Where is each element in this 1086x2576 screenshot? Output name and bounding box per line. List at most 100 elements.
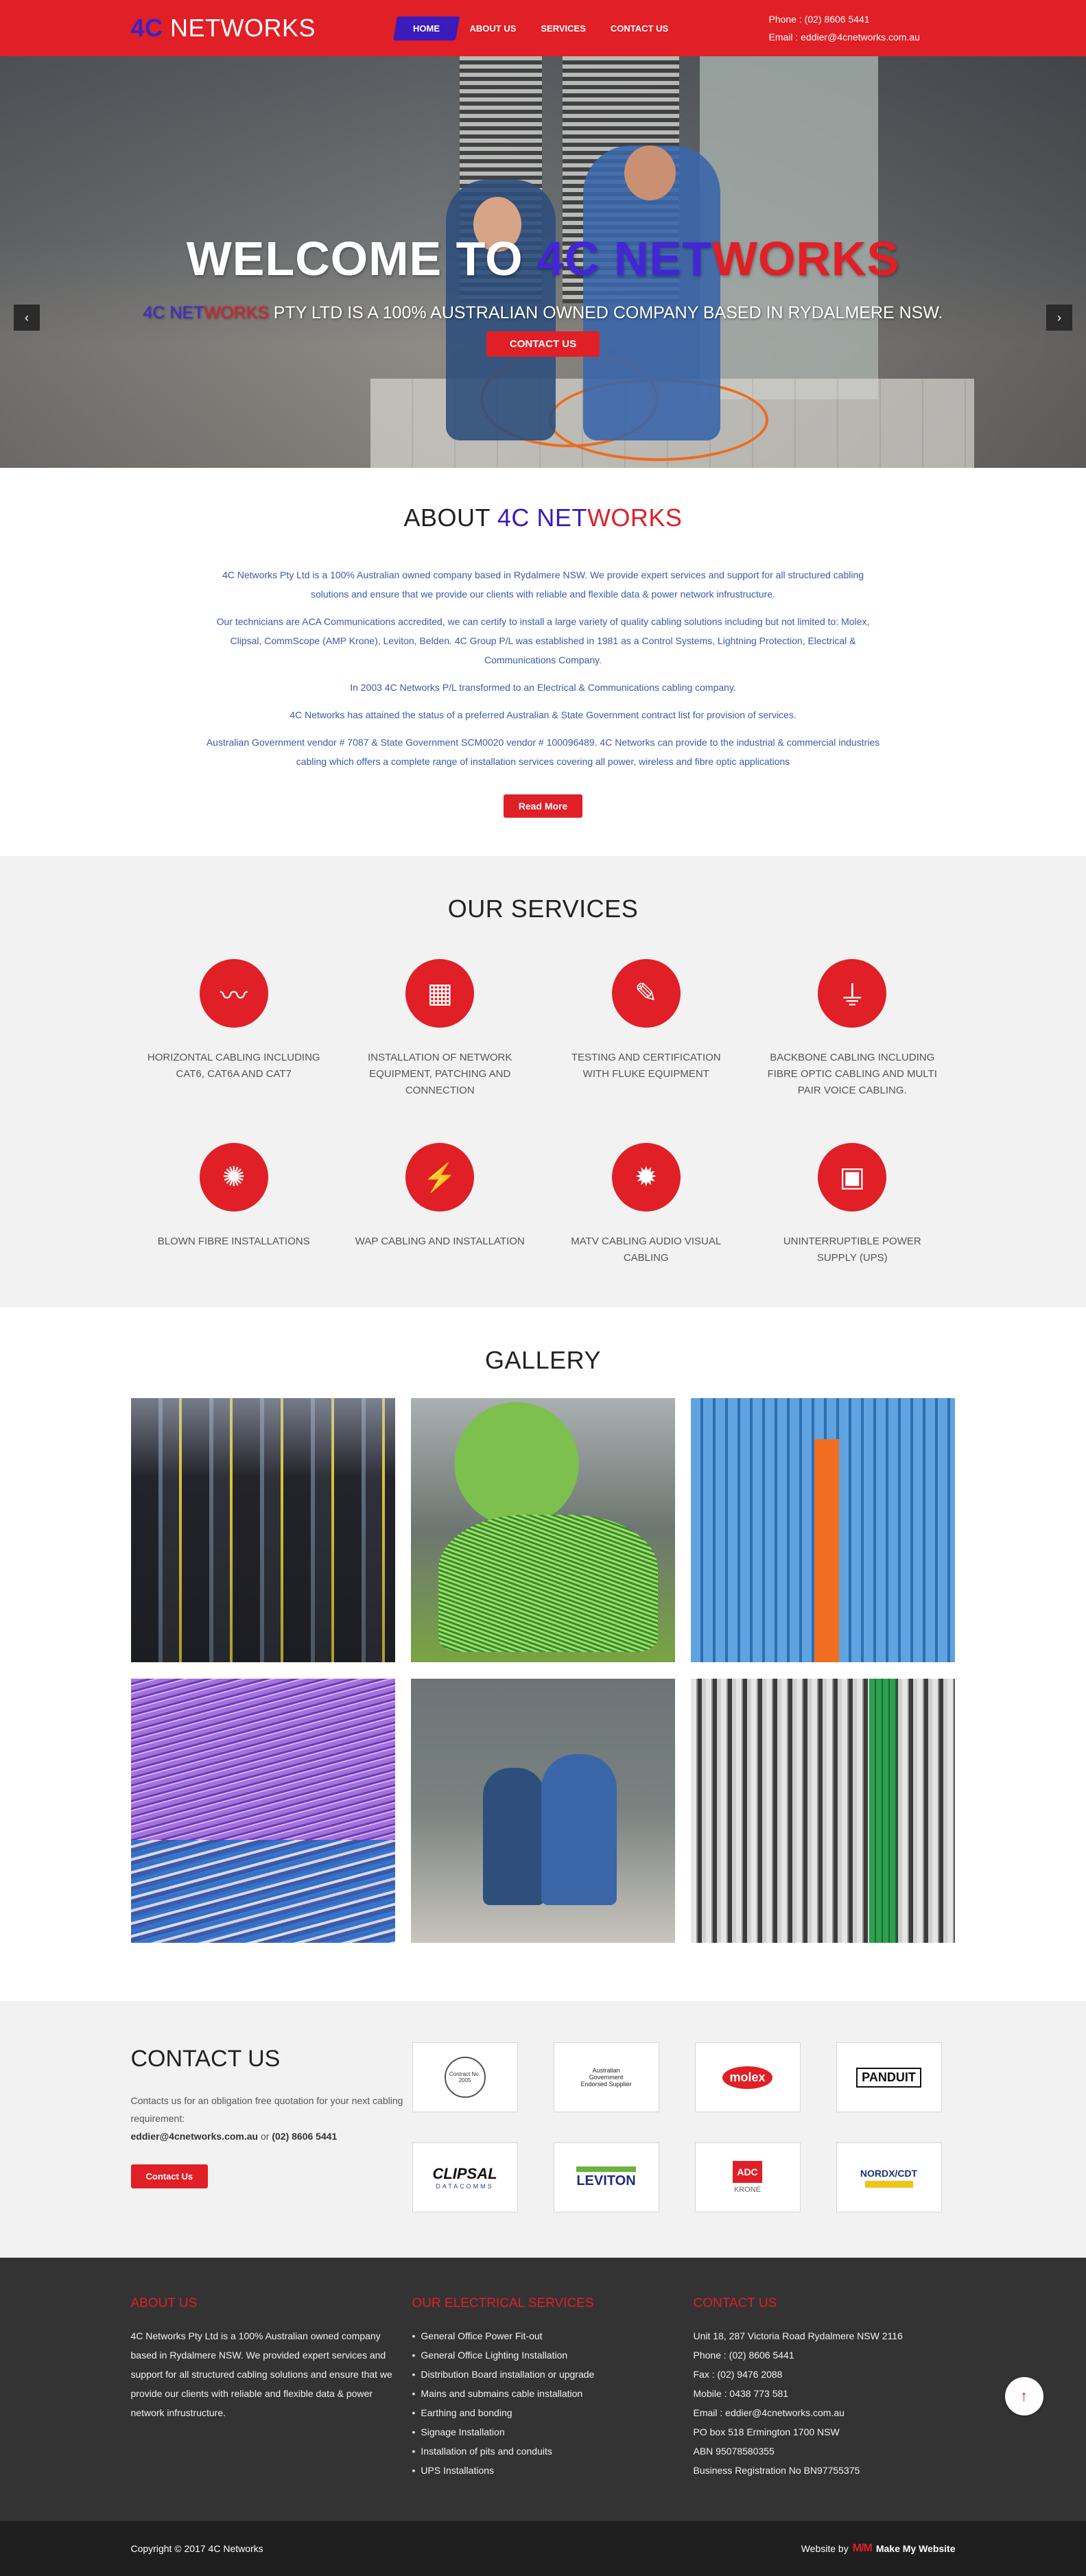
site-header: 4C NETWORKS HOME ABOUT US SERVICES CONTA… xyxy=(0,0,1086,56)
site-footer: ABOUT US 4C Networks Pty Ltd is a 100% A… xyxy=(0,2258,1086,2521)
list-item: Installation of pits and conduits xyxy=(412,2442,694,2461)
service-label: MATV CABLING AUDIO VISUAL CABLING xyxy=(571,1236,722,1264)
service-item[interactable]: ▣ UNINTERRUPTIBLE POWER SUPPLY (UPS) xyxy=(749,1143,956,1266)
website-credit[interactable]: Website by M/M Make My Website xyxy=(801,2542,956,2555)
gallery-image-server-racks[interactable] xyxy=(130,1398,395,1662)
footer-mobile[interactable]: Mobile : 0438 773 581 xyxy=(694,2384,941,2403)
header-phone[interactable]: Phone : (02) 8606 5441 xyxy=(769,10,920,28)
services-grid: 〰 HORIZONTAL CABLING INCLUDING CAT6, CAT… xyxy=(131,959,956,1266)
contact-us-button[interactable]: Contact Us xyxy=(130,2164,209,2188)
list-item: General Office Lighting Installation xyxy=(412,2345,694,2365)
molex-logo: molex xyxy=(694,2042,801,2112)
service-item[interactable]: 〰 HORIZONTAL CABLING INCLUDING CAT6, CAT… xyxy=(131,959,338,1099)
hero-subtitle: 4C NETWORKS PTY LTD IS A 100% AUSTRALIAN… xyxy=(143,303,943,322)
gallery-title: GALLERY xyxy=(485,1346,601,1374)
contact-info: CONTACT US Contacts us for an obligation… xyxy=(130,2042,412,2212)
footer-contact-title: CONTACT US xyxy=(693,2296,777,2311)
gallery-section: GALLERY xyxy=(0,1308,1086,2001)
network-port-icon: ▦ xyxy=(405,959,475,1028)
nav-about[interactable]: ABOUT US xyxy=(458,16,529,40)
service-item[interactable]: ✎ TESTING AND CERTIFICATION WITH FLUKE E… xyxy=(543,959,750,1099)
service-label: TESTING AND CERTIFICATION WITH FLUKE EQU… xyxy=(571,1052,721,1080)
service-label: BLOWN FIBRE INSTALLATIONS xyxy=(157,1236,310,1247)
nav-services[interactable]: SERVICES xyxy=(528,16,598,40)
footer-business-reg: Business Registration No BN97755375 xyxy=(693,2465,860,2476)
cert-seal-logo: Contract No. 2005 xyxy=(412,2042,518,2112)
about-paragraph: 4C Networks Pty Ltd is a 100% Australian… xyxy=(222,569,864,600)
hero-contact-button[interactable]: CONTACT US xyxy=(486,331,600,357)
service-label: BACKBONE CABLING INCLUDING FIBRE OPTIC C… xyxy=(767,1052,937,1096)
footer-services: OUR ELECTRICAL SERVICES General Office P… xyxy=(412,2296,694,2480)
fibre-icon: ✺ xyxy=(199,1143,268,1212)
about-paragraph: In 2003 4C Networks P/L transformed to a… xyxy=(350,682,736,693)
clipsal-logo: CLIPSAL DATACOMMS xyxy=(412,2142,518,2212)
services-section: OUR SERVICES 〰 HORIZONTAL CABLING INCLUD… xyxy=(0,856,1086,1308)
list-item: UPS Installations xyxy=(412,2461,694,2480)
hero-title: WELCOME TO 4C NETWORKS xyxy=(186,232,900,285)
service-item[interactable]: ✹ MATV CABLING AUDIO VISUAL CABLING xyxy=(543,1143,750,1266)
about-text: 4C Networks Pty Ltd is a 100% Australian… xyxy=(205,565,881,771)
footer-address: Unit 18, 287 Victoria Road Rydalmere NSW… xyxy=(693,2330,903,2341)
connector-icon: ⏚ xyxy=(818,959,887,1028)
fibre-burst-icon: ✹ xyxy=(611,1143,681,1212)
footer-about-title: ABOUT US xyxy=(130,2296,198,2311)
about-paragraph: 4C Networks has attained the status of a… xyxy=(290,709,796,720)
footer-about-text: 4C Networks Pty Ltd is a 100% Australian… xyxy=(130,2330,392,2418)
footer-email[interactable]: Email : eddier@4cnetworks.com.au xyxy=(694,2403,941,2422)
adc-krone-logo: ADC KRONE xyxy=(694,2142,801,2212)
nav-contact[interactable]: CONTACT US xyxy=(598,16,681,40)
footer-abn: ABN 95078580355 xyxy=(693,2446,775,2457)
ups-icon: ▣ xyxy=(818,1143,887,1212)
site-logo[interactable]: 4C NETWORKS xyxy=(131,14,395,43)
service-label: HORIZONTAL CABLING INCLUDING CAT6, CAT6A… xyxy=(147,1052,320,1080)
plug-icon: ⚡ xyxy=(405,1143,475,1212)
services-title: OUR SERVICES xyxy=(447,895,639,923)
gallery-image-purple-cables[interactable] xyxy=(130,1679,395,1943)
copyright: Copyright © 2017 4C Networks xyxy=(130,2543,263,2554)
footer-services-list: General Office Power Fit-out General Off… xyxy=(412,2326,694,2480)
list-item: Earthing and bonding xyxy=(412,2403,694,2422)
gallery-image-cable-drum[interactable] xyxy=(410,1398,675,1662)
partner-logos: Contract No. 2005 Australian Government … xyxy=(412,2042,942,2212)
nav-home[interactable]: HOME xyxy=(392,16,460,40)
gallery-image-blue-cables[interactable] xyxy=(690,1398,955,1662)
make-my-website-logo: M/M xyxy=(852,2542,873,2554)
hero-content: WELCOME TO 4C NETWORKS 4C NETWORKS PTY L… xyxy=(0,231,1086,357)
footer-po-box: PO box 518 Ermington 1700 NSW xyxy=(693,2426,840,2437)
hero-slider: ‹ › WELCOME TO 4C NETWORKS 4C NETWORKS P… xyxy=(0,56,1086,468)
service-item[interactable]: ⏚ BACKBONE CABLING INCLUDING FIBRE OPTIC… xyxy=(749,959,956,1099)
header-contact: Phone : (02) 8606 5441 Email : eddier@4c… xyxy=(769,10,920,46)
service-item[interactable]: ✺ BLOWN FIBRE INSTALLATIONS xyxy=(131,1143,338,1266)
footer-contact: CONTACT US Unit 18, 287 Victoria Road Ry… xyxy=(694,2296,941,2480)
about-section: ABOUT 4C NETWORKS 4C Networks Pty Ltd is… xyxy=(0,468,1086,856)
certificate-icon: ✎ xyxy=(611,959,681,1028)
contact-phone-link[interactable]: (02) 8606 5441 xyxy=(272,2131,337,2142)
contact-section: CONTACT US Contacts us for an obligation… xyxy=(0,2001,1086,2258)
cable-icon: 〰 xyxy=(199,959,268,1028)
header-email[interactable]: Email : eddier@4cnetworks.com.au xyxy=(769,28,920,46)
contact-email-link[interactable]: eddier@4cnetworks.com.au xyxy=(131,2131,259,2142)
gallery-image-technicians[interactable] xyxy=(410,1679,675,1943)
footer-fax: Fax : (02) 9476 2088 xyxy=(693,2369,783,2380)
list-item: Distribution Board installation or upgra… xyxy=(412,2365,694,2384)
contact-text: Contacts us for an obligation free quota… xyxy=(130,2095,403,2142)
main-nav: HOME ABOUT US SERVICES CONTACT US xyxy=(392,16,769,40)
gallery-image-cable-bundle[interactable] xyxy=(690,1679,955,1943)
service-item[interactable]: ⚡ WAP CABLING AND INSTALLATION xyxy=(337,1143,543,1266)
contact-title: CONTACT US xyxy=(130,2046,281,2072)
footer-phone[interactable]: Phone : (02) 8606 5441 xyxy=(694,2345,941,2365)
gallery-grid xyxy=(130,1398,956,1943)
bottom-bar: Copyright © 2017 4C Networks Website by … xyxy=(0,2377,1086,2576)
scroll-to-top-button[interactable]: ↑ xyxy=(1004,2377,1043,2415)
list-item: Mains and submains cable installation xyxy=(412,2384,694,2403)
footer-about: ABOUT US 4C Networks Pty Ltd is a 100% A… xyxy=(131,2296,412,2480)
service-item[interactable]: ▦ INSTALLATION OF NETWORK EQUIPMENT, PAT… xyxy=(337,959,543,1099)
about-paragraph: Our technicians are ACA Communications a… xyxy=(216,616,870,665)
read-more-button[interactable]: Read More xyxy=(503,794,583,818)
list-item: Signage Installation xyxy=(412,2422,694,2442)
panduit-logo: PANDUIT xyxy=(836,2042,942,2112)
footer-services-title: OUR ELECTRICAL SERVICES xyxy=(412,2296,594,2311)
about-title: ABOUT 4C NETWORKS xyxy=(403,504,683,532)
list-item: General Office Power Fit-out xyxy=(412,2326,694,2345)
service-label: WAP CABLING AND INSTALLATION xyxy=(355,1236,525,1247)
